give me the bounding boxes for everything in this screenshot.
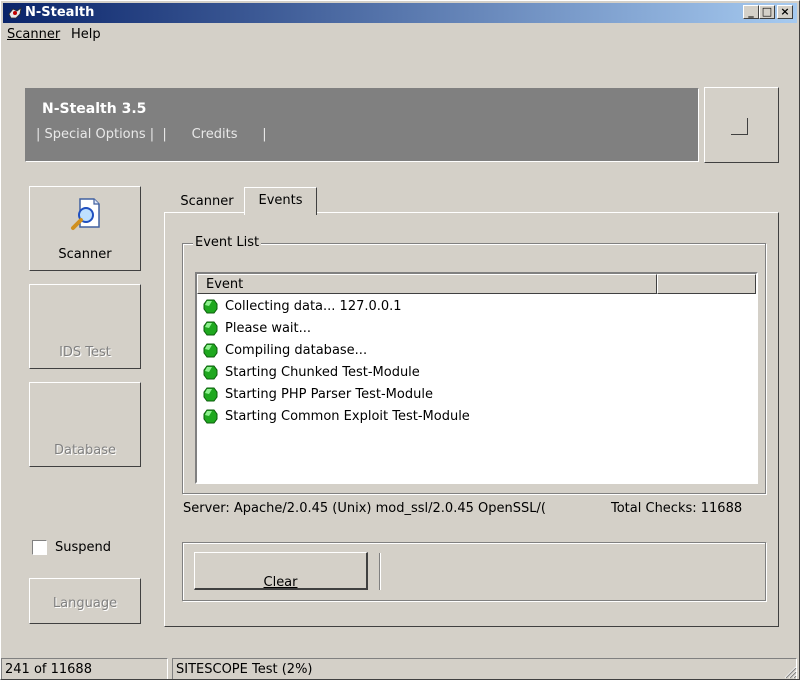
title-bar[interactable]: N-Stealth _ □ ×: [3, 3, 797, 23]
event-column-header-label: Event: [206, 277, 244, 292]
magnifier-document-icon: [71, 198, 100, 230]
event-listview[interactable]: Event Collecting data... 127.0.0.1 Please…: [195, 272, 758, 484]
menu-scanner-label: Scanner: [7, 27, 61, 42]
ids-test-button-label: IDS Test: [59, 345, 111, 360]
corner-glyph-icon: [731, 118, 748, 135]
corner-button[interactable]: [704, 87, 779, 163]
status-progress-text: 241 of 11688: [5, 662, 92, 677]
maximize-button[interactable]: □: [759, 5, 775, 19]
clear-button-label: Clear: [263, 575, 298, 590]
tab-scanner[interactable]: Scanner: [172, 190, 242, 213]
event-text: Starting Chunked Test-Module: [225, 365, 420, 380]
event-text: Starting Common Exploit Test-Module: [225, 409, 470, 424]
status-progress: 241 of 11688: [1, 658, 168, 679]
menu-help-label: Help: [71, 27, 101, 42]
green-gem-icon: [203, 321, 218, 336]
extra-column-header[interactable]: [657, 274, 756, 294]
tab-events[interactable]: Events: [244, 187, 317, 215]
language-button-label: Language: [52, 596, 118, 611]
app-logo-icon: [8, 7, 22, 19]
header-banner: N-Stealth 3.5 | Special Options | | Cred…: [25, 88, 699, 162]
tab-events-label: Events: [258, 193, 303, 208]
event-text: Starting PHP Parser Test-Module: [225, 387, 433, 402]
green-gem-icon: [203, 387, 218, 402]
green-gem-icon: [203, 299, 218, 314]
status-test-text: SITESCOPE Test (2%): [176, 662, 313, 677]
green-gem-icon: [203, 409, 218, 424]
banner-links[interactable]: | Special Options | | Credits |: [36, 127, 267, 142]
close-button[interactable]: ×: [777, 5, 793, 19]
server-info: Server: Apache/2.0.45 (Unix) mod_ssl/2.0…: [183, 501, 546, 516]
database-button[interactable]: Database: [29, 382, 141, 467]
resize-grip-icon[interactable]: [783, 665, 797, 679]
total-checks: Total Checks: 11688: [611, 501, 743, 516]
app-window: N-Stealth _ □ × Scanner Help N-Stealth 3…: [0, 0, 800, 680]
menu-help[interactable]: Help: [71, 27, 101, 42]
event-text: Please wait...: [225, 321, 312, 336]
status-test: SITESCOPE Test (2%): [172, 658, 797, 679]
minimize-button[interactable]: _: [743, 5, 759, 19]
scanner-button-label: Scanner: [58, 247, 112, 262]
status-bar: 241 of 11688 SITESCOPE Test (2%): [1, 656, 799, 679]
separator: [379, 553, 381, 590]
suspend-checkbox[interactable]: [32, 540, 47, 555]
menu-scanner[interactable]: Scanner: [7, 27, 60, 42]
scanner-button[interactable]: Scanner: [29, 186, 141, 271]
language-button[interactable]: Language: [29, 578, 141, 624]
ids-test-button[interactable]: IDS Test: [29, 284, 141, 369]
event-column-header[interactable]: Event: [197, 274, 657, 294]
green-gem-icon: [203, 343, 218, 358]
clear-button[interactable]: Clear: [194, 552, 368, 590]
database-button-label: Database: [53, 443, 117, 458]
suspend-label: Suspend: [55, 540, 112, 555]
event-text: Compiling database...: [225, 343, 368, 358]
event-text: Collecting data... 127.0.0.1: [225, 299, 402, 314]
window-title: N-Stealth: [25, 5, 95, 20]
banner-title: N-Stealth 3.5: [42, 101, 147, 117]
menu-bar: Scanner Help: [3, 24, 793, 44]
green-gem-icon: [203, 365, 218, 380]
tab-scanner-label: Scanner: [180, 194, 234, 209]
event-list-group-title: Event List: [193, 235, 262, 250]
